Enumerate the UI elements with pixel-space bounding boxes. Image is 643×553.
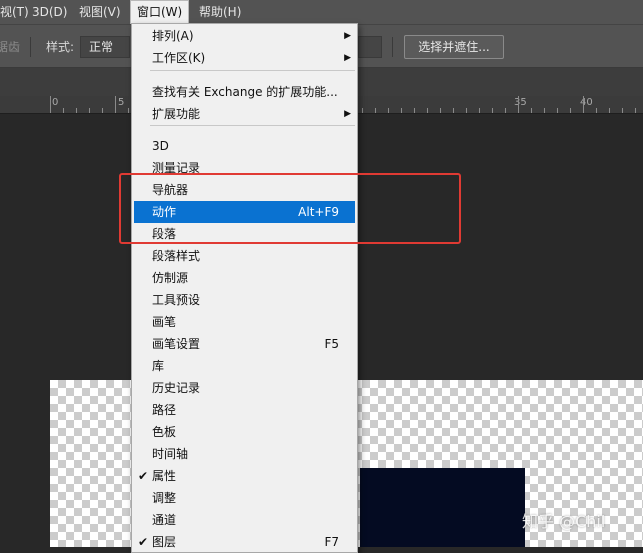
- ruler-tick: [518, 96, 519, 113]
- menu-bar: 视(T) 3D(D) 视图(V) 窗口(W) 帮助(H): [0, 0, 643, 24]
- ruler-number: 40: [580, 97, 593, 108]
- menu-item-label: 调整: [152, 491, 177, 505]
- watermark: 知乎 @Chil: [522, 512, 606, 531]
- window-menu-item[interactable]: ✔ 属性: [134, 465, 355, 487]
- ruler-tick: [362, 108, 363, 113]
- options-divider: [30, 37, 31, 57]
- menu-item-shortcut: F7: [324, 535, 339, 549]
- ruler-tick: [388, 108, 389, 113]
- annotation-highlight-box: [119, 173, 461, 244]
- menu-item-shortcut: F5: [324, 337, 339, 351]
- window-menu-item[interactable]: 工作区(K) ▶: [134, 47, 355, 69]
- window-menu-item[interactable]: 扩展功能 ▶: [134, 103, 355, 125]
- menu-view[interactable]: 视图(V): [73, 0, 127, 24]
- ruler-tick: [453, 108, 454, 113]
- window-menu-item[interactable]: 查找有关 Exchange 的扩展功能...: [134, 81, 355, 103]
- ruler-number: 0: [52, 97, 59, 108]
- window-menu-item[interactable]: ✔ 图层 F7: [134, 531, 355, 552]
- menu-3d[interactable]: 3D(D): [26, 0, 73, 24]
- menu-item-label: 扩展功能: [152, 107, 201, 121]
- ruler-tick: [570, 108, 571, 113]
- menu-separator: [150, 125, 355, 126]
- menu-item-label: 工作区(K): [152, 51, 206, 65]
- window-menu-item[interactable]: 历史记录: [134, 377, 355, 399]
- window-menu-item[interactable]: 工具预设: [134, 289, 355, 311]
- height-input[interactable]: [358, 36, 382, 58]
- ruler-tick: [609, 108, 610, 113]
- ruler-tick: [76, 108, 77, 113]
- ruler-tick: [102, 108, 103, 113]
- select-and-mask-button[interactable]: 选择并遮住...: [404, 35, 504, 59]
- ruler-tick: [414, 108, 415, 113]
- window-menu-item[interactable]: 路径: [134, 399, 355, 421]
- chevron-right-icon: ▶: [344, 31, 351, 41]
- ruler-tick: [401, 108, 402, 113]
- window-menu-item[interactable]: 画笔: [134, 311, 355, 333]
- checkmark-icon: ✔: [138, 469, 149, 483]
- menu-item-label: 路径: [152, 403, 177, 417]
- ruler-tick: [583, 96, 584, 113]
- menu-item-label: 段落样式: [152, 249, 201, 263]
- window-menu-item[interactable]: 仿制源: [134, 267, 355, 289]
- window-menu-item[interactable]: 画笔设置 F5: [134, 333, 355, 355]
- ruler-tick: [375, 108, 376, 113]
- ruler-tick: [544, 108, 545, 113]
- ruler-number: 35: [514, 97, 527, 108]
- window-menu-item[interactable]: 色板: [134, 421, 355, 443]
- menu-item-label: 画笔: [152, 315, 177, 329]
- ruler-tick: [440, 108, 441, 113]
- ruler-tick: [557, 108, 558, 113]
- chevron-right-icon: ▶: [344, 53, 351, 63]
- menu-item-label: 3D: [152, 139, 169, 153]
- options-divider: [392, 37, 393, 57]
- checkmark-icon: ✔: [138, 535, 149, 549]
- style-select[interactable]: 正常: [80, 36, 130, 58]
- window-menu-item[interactable]: 库: [134, 355, 355, 377]
- window-menu-item[interactable]: 时间轴: [134, 443, 355, 465]
- ruler-tick: [531, 108, 532, 113]
- ruler-tick: [427, 108, 428, 113]
- window-menu-item[interactable]: 调整: [134, 487, 355, 509]
- menu-item-label: 历史记录: [152, 381, 201, 395]
- ruler-tick: [89, 108, 90, 113]
- ruler-tick: [622, 108, 623, 113]
- menu-item-label: 色板: [152, 425, 177, 439]
- menu-help[interactable]: 帮助(H): [193, 0, 247, 24]
- ruler-tick: [466, 108, 467, 113]
- window-menu-dropdown: 排列(A) ▶ 工作区(K) ▶ 查找有关 Exchange 的扩展功能... 扩展功能 ▶…: [131, 23, 358, 553]
- menu-item-label: 工具预设: [152, 293, 201, 307]
- ruler-tick: [596, 108, 597, 113]
- ruler-tick: [492, 108, 493, 113]
- menu-separator: [150, 70, 355, 71]
- ruler-number: 5: [118, 97, 125, 108]
- menu-item-label: 库: [152, 359, 165, 373]
- window-menu-item[interactable]: 排列(A) ▶: [134, 25, 355, 47]
- menu-item-label: 画笔设置: [152, 337, 201, 351]
- window-menu-item[interactable]: 3D: [134, 135, 355, 157]
- menu-item-label: 属性: [152, 469, 177, 483]
- menu-item-label: 查找有关 Exchange 的扩展功能...: [152, 85, 338, 99]
- canvas-filled-rectangle: [360, 468, 525, 547]
- ruler-tick: [50, 96, 51, 113]
- ruler-tick: [63, 108, 64, 113]
- style-label: 样式:: [46, 40, 75, 54]
- ruler-tick: [479, 108, 480, 113]
- menu-item-label: 仿制源: [152, 271, 189, 285]
- window-menu-item[interactable]: 通道: [134, 509, 355, 531]
- anti-alias-checkbox[interactable]: 消除锯齿: [0, 38, 20, 55]
- menu-window[interactable]: 窗口(W): [130, 0, 190, 24]
- menu-item-label: 排列(A): [152, 29, 194, 43]
- ruler-tick: [505, 108, 506, 113]
- chevron-right-icon: ▶: [344, 109, 351, 119]
- ruler-tick: [635, 108, 636, 113]
- window-menu-item[interactable]: 段落样式: [134, 245, 355, 267]
- ruler-tick: [115, 96, 116, 113]
- menu-item-label: 时间轴: [152, 447, 189, 461]
- menu-item-label: 通道: [152, 513, 177, 527]
- menu-item-label: 图层: [152, 535, 177, 549]
- ruler-tick: [128, 108, 129, 113]
